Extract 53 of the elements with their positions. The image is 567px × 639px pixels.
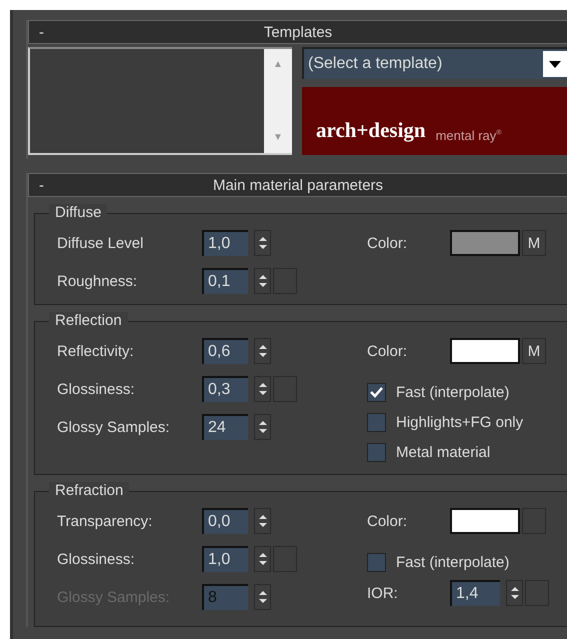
parameter-label: Transparency: — [57, 512, 154, 530]
checkbox[interactable] — [367, 412, 386, 432]
spinner-arrows-icon[interactable] — [254, 414, 271, 440]
value-field[interactable]: 0,0 — [202, 508, 248, 534]
rollout-header[interactable]: - Main material parameters — [28, 173, 567, 197]
map-button[interactable]: M — [522, 230, 546, 256]
checkbox[interactable] — [367, 442, 386, 462]
checkbox-label: Metal material — [396, 444, 490, 460]
checkbox-label: Fast (interpolate) — [396, 384, 510, 400]
parameter-label: Roughness: — [57, 272, 138, 290]
color-swatch[interactable] — [450, 338, 520, 364]
value-field[interactable]: 1,0 — [202, 546, 248, 572]
spinner-arrows-icon[interactable] — [254, 376, 271, 402]
checkbox[interactable] — [367, 552, 386, 572]
value-field[interactable]: 1,4 — [450, 580, 500, 606]
color-swatch[interactable] — [450, 230, 520, 256]
color-label: Color: — [367, 234, 408, 252]
logo-brand: mental ray$^{®}$ — [436, 128, 502, 143]
parameter-label: Diffuse Level — [57, 234, 144, 252]
collapse-toggle[interactable]: - — [29, 24, 59, 40]
check-icon — [370, 386, 383, 398]
value-field[interactable]: 0,3 — [202, 376, 248, 402]
caret-icon — [549, 60, 561, 68]
spinner-arrows-icon[interactable] — [506, 580, 523, 606]
spinner-arrows-icon[interactable] — [254, 508, 271, 534]
color-label: Color: — [367, 512, 408, 530]
spinner-arrows-icon[interactable] — [254, 546, 271, 572]
parameter-label: IOR: — [367, 584, 399, 602]
value-field[interactable]: 24 — [202, 414, 248, 440]
rollout-title: Main material parameters — [212, 176, 384, 194]
logo-name: arch+design — [316, 118, 426, 143]
spinner-arrows-icon[interactable] — [254, 338, 271, 364]
rollout-header[interactable]: - Templates — [28, 20, 567, 44]
parameter-label: Glossiness: — [57, 380, 136, 398]
checkbox[interactable] — [367, 382, 386, 402]
value-field[interactable]: 1,0 — [202, 230, 248, 256]
color-swatch[interactable] — [450, 508, 520, 534]
dropdown-button[interactable] — [543, 51, 567, 77]
value-field[interactable]: 0,6 — [202, 338, 248, 364]
template-dropdown[interactable]: (Select a template) — [302, 47, 567, 79]
parameter-label: Glossy Samples: — [57, 418, 171, 436]
spinner-arrows-icon[interactable] — [254, 230, 271, 256]
dropdown-value: (Select a template) — [307, 55, 444, 73]
color-label: Color: — [367, 342, 408, 360]
collapse-toggle[interactable]: - — [29, 176, 59, 194]
rollout-title: Templates — [262, 24, 334, 40]
value-field[interactable]: 0,1 — [202, 268, 248, 294]
checkbox-label: Highlights+FG only — [396, 414, 524, 430]
checkbox-label: Fast (interpolate) — [396, 554, 510, 570]
parameter-label: Reflectivity: — [57, 342, 135, 360]
spinner-arrows-icon[interactable] — [254, 268, 271, 294]
parameter-label: Glossiness: — [57, 550, 136, 568]
map-button[interactable]: M — [522, 338, 546, 364]
